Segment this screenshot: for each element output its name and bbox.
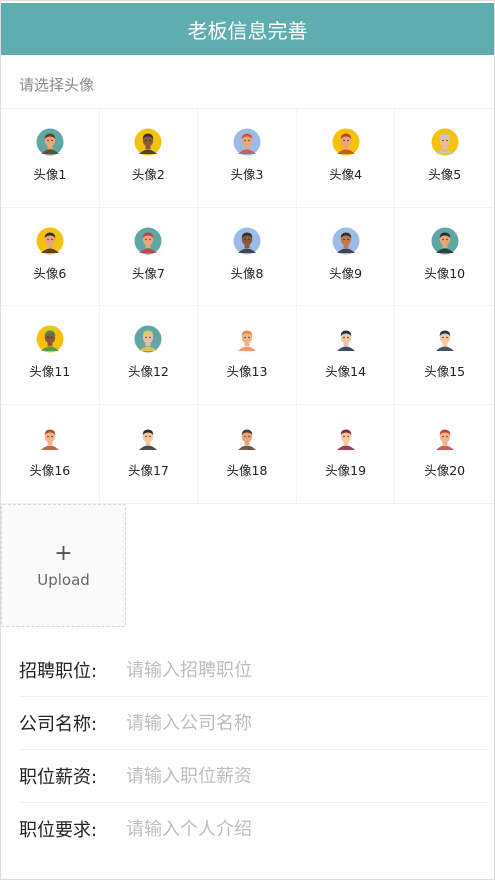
avatar-option[interactable]: 头像18 xyxy=(198,404,297,503)
avatar-icon xyxy=(332,325,360,353)
form-row-position: 招聘职位: xyxy=(19,644,489,697)
avatar-option[interactable]: 头像8 xyxy=(198,207,297,306)
avatar-option[interactable]: 头像6 xyxy=(1,207,100,306)
avatar-label: 头像11 xyxy=(29,364,71,380)
avatar-option[interactable]: 头像16 xyxy=(1,404,100,503)
position-label: 招聘职位: xyxy=(19,661,98,682)
avatar-icon xyxy=(332,128,360,156)
plus-icon: + xyxy=(54,540,73,566)
avatar-label: 头像18 xyxy=(226,463,268,479)
company-label: 公司名称: xyxy=(19,714,98,735)
avatar-option[interactable]: 头像10 xyxy=(395,208,494,306)
avatar-option[interactable]: 头像2 xyxy=(99,109,199,208)
avatar-label: 头像15 xyxy=(424,364,466,380)
upload-button[interactable]: + Upload xyxy=(1,504,126,627)
avatar-icon xyxy=(36,325,64,353)
avatar-option[interactable]: 头像15 xyxy=(395,306,494,405)
form-row-salary: 职位薪资: xyxy=(19,750,489,803)
avatar-icon xyxy=(332,424,360,452)
avatar-icon xyxy=(233,128,261,156)
avatar-grid: 头像1 头像2 头像3 头像4 头像5 头像6 头像7 头像8 头像9 头像10 头像11 头像12 头… xyxy=(1,108,494,504)
avatar-option[interactable]: 头像19 xyxy=(297,404,396,503)
avatar-icon xyxy=(431,325,459,353)
avatar-icon xyxy=(134,227,162,255)
salary-label: 职位薪资: xyxy=(19,767,98,788)
avatar-section-label: 请选择头像 xyxy=(19,76,95,94)
avatar-label: 头像20 xyxy=(424,463,466,479)
form-row-company: 公司名称: xyxy=(19,697,489,750)
avatar-label: 头像14 xyxy=(325,364,367,380)
avatar-icon xyxy=(134,424,162,452)
company-input[interactable] xyxy=(126,712,489,734)
avatar-label: 头像6 xyxy=(33,265,67,281)
avatar-label: 头像9 xyxy=(329,265,363,281)
avatar-option[interactable]: 头像17 xyxy=(100,404,199,503)
avatar-option[interactable]: 头像3 xyxy=(198,109,297,208)
requirement-input[interactable] xyxy=(126,818,489,840)
avatar-icon xyxy=(134,128,162,156)
avatar-label: 头像13 xyxy=(226,364,268,380)
avatar-label: 头像8 xyxy=(230,265,264,281)
avatar-icon xyxy=(36,424,64,452)
avatar-label: 头像17 xyxy=(127,463,169,479)
avatar-option[interactable]: 头像20 xyxy=(395,405,494,504)
avatar-icon xyxy=(332,227,360,255)
salary-input[interactable] xyxy=(126,765,489,787)
avatar-option[interactable]: 头像11 xyxy=(1,306,100,405)
avatar-option[interactable]: 头像5 xyxy=(395,109,494,208)
avatar-icon xyxy=(233,325,261,353)
avatar-icon xyxy=(431,128,459,156)
position-input[interactable] xyxy=(126,659,489,681)
avatar-label: 头像12 xyxy=(127,364,169,380)
avatar-label: 头像7 xyxy=(131,265,165,281)
avatar-icon xyxy=(36,227,64,255)
avatar-label: 头像1 xyxy=(33,167,67,183)
avatar-icon xyxy=(431,227,459,255)
avatar-label: 头像16 xyxy=(29,463,71,479)
upload-label: Upload xyxy=(37,570,90,589)
avatar-option[interactable]: 头像13 xyxy=(198,306,297,405)
avatar-icon xyxy=(36,128,64,156)
page-title: 老板信息完善 xyxy=(187,18,308,43)
avatar-option[interactable]: 头像14 xyxy=(296,306,396,405)
page-header: 老板信息完善 xyxy=(1,3,494,55)
avatar-option[interactable]: 头像7 xyxy=(99,207,199,306)
avatar-label: 头像3 xyxy=(230,167,264,183)
avatar-option[interactable]: 头像4 xyxy=(296,109,396,208)
avatar-option[interactable]: 头像1 xyxy=(1,109,100,208)
avatar-icon xyxy=(233,424,261,452)
avatar-option[interactable]: 头像12 xyxy=(99,306,199,405)
avatar-label: 头像2 xyxy=(131,167,165,183)
avatar-label: 头像10 xyxy=(424,265,466,281)
avatar-icon xyxy=(431,424,459,452)
avatar-option[interactable]: 头像9 xyxy=(296,207,396,306)
avatar-icon xyxy=(233,227,261,255)
avatar-label: 头像4 xyxy=(329,167,363,183)
avatar-label: 头像5 xyxy=(428,167,462,183)
form-row-requirement: 职位要求: xyxy=(19,803,489,855)
avatar-label: 头像19 xyxy=(325,463,367,479)
job-form: 招聘职位: 公司名称: 职位薪资: 职位要求: xyxy=(19,644,489,855)
requirement-label: 职位要求: xyxy=(19,820,98,841)
avatar-icon xyxy=(134,325,162,353)
